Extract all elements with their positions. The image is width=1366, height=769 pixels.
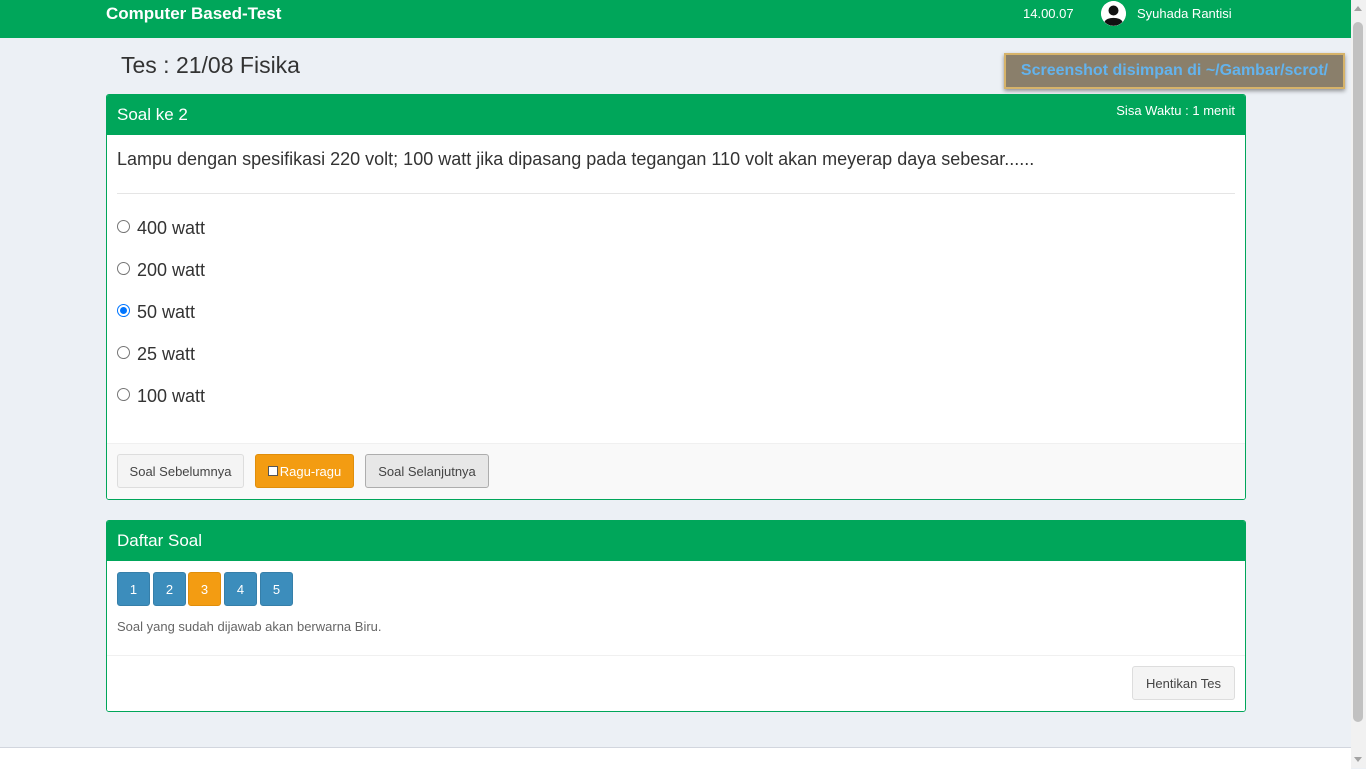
- time-left: Sisa Waktu : 1 menit: [1116, 103, 1235, 118]
- question-list-heading: Daftar Soal: [107, 521, 1245, 561]
- page-title: Tes : 21/08 Fisika: [121, 52, 300, 78]
- answer-option[interactable]: 200 watt: [117, 258, 205, 282]
- user-avatar-icon[interactable]: [1101, 1, 1126, 26]
- answer-option-label[interactable]: 400 watt: [137, 218, 205, 239]
- answered-hint: Soal yang sudah dijawab akan berwarna Bi…: [117, 619, 382, 634]
- radio-button[interactable]: [117, 345, 130, 359]
- stop-test-button[interactable]: Hentikan Tes: [1132, 666, 1235, 700]
- previous-question-button[interactable]: Soal Sebelumnya: [117, 454, 244, 488]
- answer-option[interactable]: 50 watt: [117, 300, 195, 324]
- app-brand[interactable]: Computer Based-Test: [106, 4, 281, 24]
- question-number-button[interactable]: 2: [153, 572, 186, 606]
- question-number-button[interactable]: 5: [260, 572, 293, 606]
- answer-option[interactable]: 400 watt: [117, 216, 205, 240]
- question-list-panel: Daftar Soal 1 2 3 4 5 Soal yang sudah di…: [106, 520, 1246, 712]
- scrollbar-thumb[interactable]: [1353, 22, 1363, 722]
- radio-button[interactable]: [117, 219, 130, 233]
- clock: 14.00.07: [1023, 6, 1074, 21]
- radio-button[interactable]: [117, 261, 130, 275]
- page-footer: [0, 747, 1351, 769]
- question-panel: Soal ke 2 Sisa Waktu : 1 menit Lampu den…: [106, 94, 1246, 500]
- answer-option-label[interactable]: 50 watt: [137, 302, 195, 323]
- doubt-button[interactable]: Ragu-ragu: [255, 454, 354, 488]
- question-number-button[interactable]: 4: [224, 572, 257, 606]
- question-number-button[interactable]: 3: [188, 572, 221, 606]
- question-number: Soal ke 2: [117, 105, 188, 124]
- question-list-footer: Hentikan Tes: [107, 655, 1245, 711]
- answer-option[interactable]: 100 watt: [117, 384, 205, 408]
- screenshot-notification: Screenshot disimpan di ~/Gambar/scrot/: [1004, 53, 1345, 89]
- question-text: Lampu dengan spesifikasi 220 volt; 100 w…: [117, 149, 1035, 169]
- answer-option[interactable]: 25 watt: [117, 342, 195, 366]
- radio-button[interactable]: [117, 387, 130, 401]
- question-panel-footer: Soal Sebelumnya Ragu-ragu Soal Selanjutn…: [107, 443, 1245, 499]
- radio-button[interactable]: [117, 303, 130, 317]
- top-navbar: Computer Based-Test 14.00.07 Syuhada Ran…: [0, 0, 1351, 38]
- scroll-down-icon[interactable]: [1354, 757, 1362, 762]
- next-question-button[interactable]: Soal Selanjutnya: [365, 454, 489, 488]
- question-list-title: Daftar Soal: [117, 531, 203, 550]
- scroll-up-icon[interactable]: [1354, 6, 1362, 11]
- answer-option-label[interactable]: 100 watt: [137, 386, 205, 407]
- vertical-scrollbar[interactable]: [1351, 0, 1366, 768]
- question-panel-heading: Soal ke 2 Sisa Waktu : 1 menit: [107, 95, 1245, 135]
- divider: [117, 193, 1235, 194]
- answer-option-label[interactable]: 25 watt: [137, 344, 195, 365]
- checkbox-icon[interactable]: [267, 466, 278, 476]
- answer-option-label[interactable]: 200 watt: [137, 260, 205, 281]
- username[interactable]: Syuhada Rantisi: [1137, 6, 1232, 21]
- doubt-button-label[interactable]: Ragu-ragu: [280, 464, 341, 479]
- question-number-button[interactable]: 1: [117, 572, 150, 606]
